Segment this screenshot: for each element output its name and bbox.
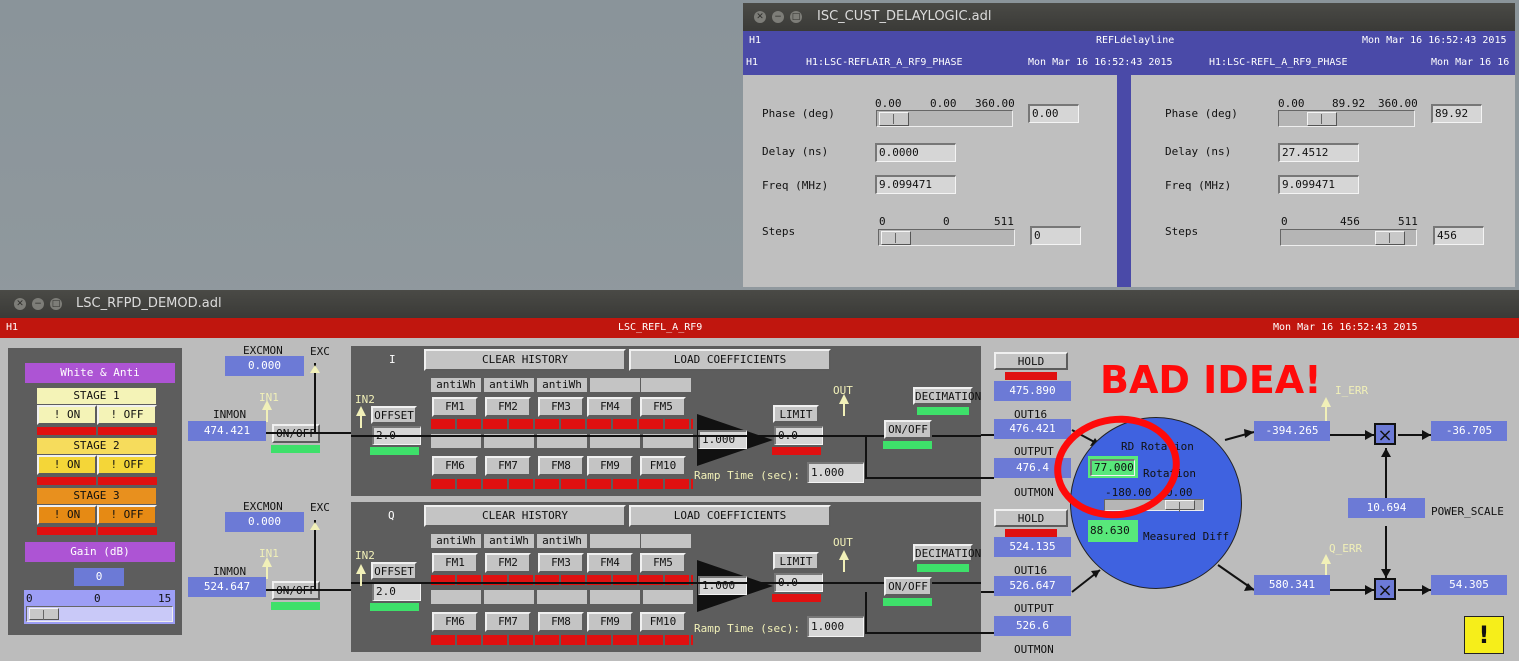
site-label: H1 [749, 35, 762, 46]
power-scale-label: POWER_SCALE [1431, 505, 1504, 518]
in2-arrow [356, 406, 366, 416]
steps-min: 0 [1281, 215, 1288, 228]
slider-thumb[interactable] [1165, 500, 1195, 512]
steps-max: 511 [1398, 215, 1418, 228]
channel-name-left: H1:LSC-REFLAIR_A_RF9_PHASE [806, 57, 963, 68]
phase-entry-right[interactable]: 89.92 [1431, 104, 1482, 123]
phase-label: Phase (deg) [1165, 107, 1238, 120]
steps-label: Steps [1165, 225, 1199, 238]
slider-thumb[interactable] [879, 112, 909, 126]
channel-name-right: H1:LSC-REFL_A_RF9_PHASE [1209, 57, 1348, 68]
window-title: ISC_CUST_DELAYLOGIC.adl [817, 9, 992, 24]
phase-max: 360.00 [975, 97, 1015, 110]
i-output-readback: -36.705 [1431, 421, 1507, 441]
delaylogic-window: ✕ − □ ISC_CUST_DELAYLOGIC.adl H1 REFLdel… [743, 3, 1515, 287]
i-err-arrow [1321, 397, 1331, 407]
delay-entry-left[interactable]: 0.0000 [875, 143, 956, 162]
multiply-i-icon: × [1374, 423, 1396, 446]
in2-arrow [360, 572, 362, 586]
slider-thumb[interactable] [1374, 231, 1405, 245]
i-err-label: I_ERR [1335, 384, 1369, 397]
phase-entry-left[interactable]: 0.00 [1028, 104, 1079, 123]
steps-label: Steps [762, 225, 796, 238]
delay-label: Delay (ns) [762, 145, 829, 158]
steps-readback: 456 [1340, 215, 1360, 228]
close-icon[interactable]: ✕ [754, 11, 766, 23]
divider [1117, 75, 1131, 287]
out-arrow [843, 402, 845, 416]
in1-arrow [262, 400, 272, 410]
phase-max: 360.00 [1378, 97, 1418, 110]
steps-max: 511 [994, 215, 1014, 228]
timestamp-left: Mon Mar 16 16:52:43 2015 [1028, 57, 1173, 68]
steps-slider-right[interactable] [1280, 229, 1417, 246]
measured-diff-label: Measured Diff [1143, 530, 1230, 543]
in2-arrow [360, 414, 362, 428]
out-arrow [839, 394, 849, 404]
q-output-readback: 54.305 [1431, 575, 1507, 595]
steps-min: 0 [879, 215, 886, 228]
i-err-readback: -394.265 [1254, 421, 1330, 441]
freq-entry-right[interactable]: 9.099471 [1278, 175, 1359, 194]
phase-readback: 89.92 [1332, 97, 1366, 110]
in2-arrow [356, 564, 366, 574]
timestamp-right: Mon Mar 16 16 [1431, 57, 1510, 68]
delaylogic-header-bar: H1 REFLdelayline Mon Mar 16 16:52:43 201… [743, 31, 1515, 51]
phase-readback: 0.00 [930, 97, 957, 110]
delaylogic-channel-bar: H1 H1:LSC-REFLAIR_A_RF9_PHASE Mon Mar 16… [743, 51, 1515, 75]
phase-label: Phase (deg) [762, 107, 835, 120]
phase-min: 0.00 [1278, 97, 1305, 110]
signal-wiring [266, 363, 1431, 634]
measured-diff-value: 88.630 [1090, 524, 1130, 537]
out-arrow [843, 558, 845, 572]
phase-slider-right[interactable] [1278, 110, 1415, 127]
freq-entry-left[interactable]: 9.099471 [875, 175, 956, 194]
maximize-icon[interactable]: □ [790, 11, 802, 23]
minimize-icon[interactable]: − [772, 11, 784, 23]
q-err-arrow [1321, 554, 1331, 564]
multiply-q-icon: × [1374, 578, 1396, 601]
in1-arrow [266, 565, 268, 579]
q-err-label: Q_ERR [1329, 542, 1363, 555]
slider-thumb[interactable] [881, 231, 911, 245]
timestamp: Mon Mar 16 16:52:43 2015 [1362, 35, 1507, 46]
slider-thumb[interactable] [1306, 112, 1337, 126]
phase-min: 0.00 [875, 97, 902, 110]
in1-arrow [262, 557, 272, 567]
q-err-readback: 580.341 [1254, 575, 1330, 595]
steps-slider-left[interactable] [878, 229, 1015, 246]
phase-slider-left[interactable] [876, 110, 1013, 127]
out-arrow [839, 550, 849, 560]
screen-name: REFLdelayline [1096, 35, 1175, 46]
steps-entry-left[interactable]: 0 [1030, 226, 1081, 245]
freq-label: Freq (MHz) [1165, 179, 1232, 192]
delay-entry-right[interactable]: 27.4512 [1278, 143, 1359, 162]
alert-icon[interactable]: ! [1464, 616, 1504, 654]
delay-label: Delay (ns) [1165, 145, 1232, 158]
steps-entry-right[interactable]: 456 [1433, 226, 1484, 245]
delaylogic-titlebar: ✕ − □ ISC_CUST_DELAYLOGIC.adl [743, 3, 1515, 31]
in1-arrow [266, 408, 268, 422]
site-label: H1 [746, 57, 759, 68]
steps-readback: 0 [943, 215, 950, 228]
annotation-text: BAD IDEA! [1100, 358, 1322, 402]
freq-label: Freq (MHz) [762, 179, 829, 192]
power-scale-readback: 10.694 [1348, 498, 1425, 518]
demod-window: ✕ − □ LSC_RFPD_DEMOD.adl H1 LSC_REFL_A_R… [0, 290, 1519, 661]
